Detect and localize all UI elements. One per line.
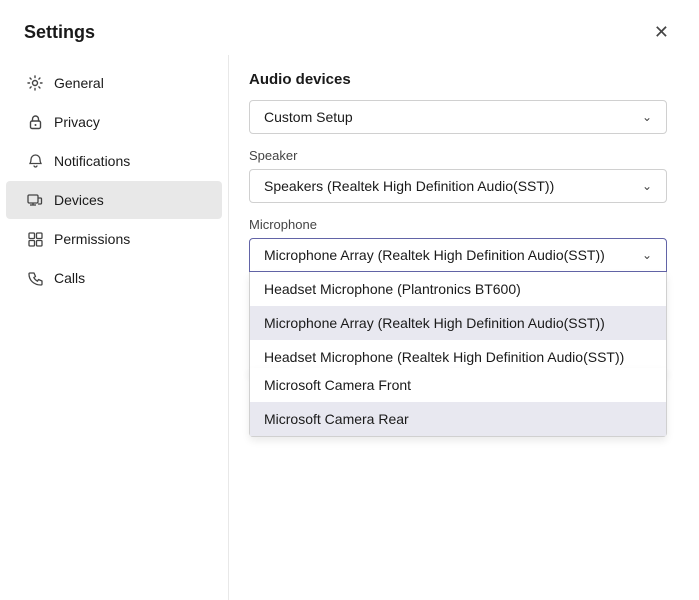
dialog-title: Settings [24, 22, 95, 43]
microphone-button[interactable]: Microphone Array (Realtek High Definitio… [249, 238, 667, 272]
device-icon [26, 191, 44, 209]
speaker-button[interactable]: Speakers (Realtek High Definition Audio(… [249, 169, 667, 203]
microphone-option-1[interactable]: Microphone Array (Realtek High Definitio… [250, 306, 666, 340]
close-button[interactable]: ✕ [648, 20, 675, 45]
audio-devices-dropdown: Custom Setup ⌄ [249, 100, 667, 134]
sidebar-label-privacy: Privacy [54, 114, 100, 130]
sidebar-item-devices[interactable]: Devices [6, 181, 222, 219]
microphone-label: Microphone [249, 217, 667, 232]
audio-devices-value: Custom Setup [264, 109, 353, 125]
lock-icon [26, 113, 44, 131]
sidebar: General Privacy [0, 55, 228, 600]
sidebar-item-permissions[interactable]: Permissions [6, 220, 222, 258]
audio-section-title: Audio devices [249, 71, 667, 88]
camera-option-1[interactable]: Microsoft Camera Rear [250, 402, 666, 436]
chevron-down-icon: ⌄ [642, 110, 652, 124]
audio-devices-button[interactable]: Custom Setup ⌄ [249, 100, 667, 134]
sidebar-label-devices: Devices [54, 192, 104, 208]
camera-option-0[interactable]: Microsoft Camera Front [250, 368, 666, 402]
sidebar-label-calls: Calls [54, 270, 85, 286]
speaker-value: Speakers (Realtek High Definition Audio(… [264, 178, 554, 194]
sidebar-item-calls[interactable]: Calls [6, 259, 222, 297]
speaker-dropdown: Speakers (Realtek High Definition Audio(… [249, 169, 667, 203]
sidebar-label-notifications: Notifications [54, 153, 130, 169]
microphone-value: Microphone Array (Realtek High Definitio… [264, 247, 605, 263]
dialog-body: General Privacy [0, 55, 699, 600]
speaker-label: Speaker [249, 148, 667, 163]
grid-icon [26, 230, 44, 248]
sidebar-label-general: General [54, 75, 104, 91]
main-content: Audio devices Custom Setup ⌄ Speaker Spe… [228, 55, 699, 600]
microphone-options-list: Headset Microphone (Plantronics BT600) M… [249, 272, 667, 375]
dialog-header: Settings ✕ [0, 0, 699, 55]
settings-dialog: Settings ✕ General [0, 0, 699, 600]
sidebar-label-permissions: Permissions [54, 231, 130, 247]
camera-options-list: Microsoft Camera Front Microsoft Camera … [249, 368, 667, 437]
sidebar-item-notifications[interactable]: Notifications [6, 142, 222, 180]
chevron-down-icon: ⌄ [642, 248, 652, 262]
gear-icon [26, 74, 44, 92]
microphone-dropdown: Microphone Array (Realtek High Definitio… [249, 238, 667, 272]
phone-icon [26, 269, 44, 287]
microphone-option-0[interactable]: Headset Microphone (Plantronics BT600) [250, 272, 666, 306]
sidebar-item-general[interactable]: General [6, 64, 222, 102]
sidebar-item-privacy[interactable]: Privacy [6, 103, 222, 141]
bell-icon [26, 152, 44, 170]
chevron-down-icon: ⌄ [642, 179, 652, 193]
